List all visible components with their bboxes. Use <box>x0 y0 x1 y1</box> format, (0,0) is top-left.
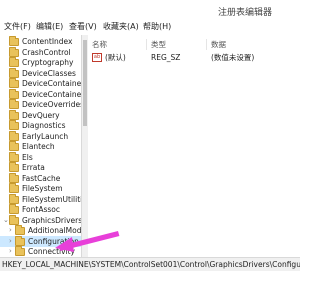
annotation-arrow <box>55 231 120 252</box>
arrow-head <box>55 237 74 252</box>
